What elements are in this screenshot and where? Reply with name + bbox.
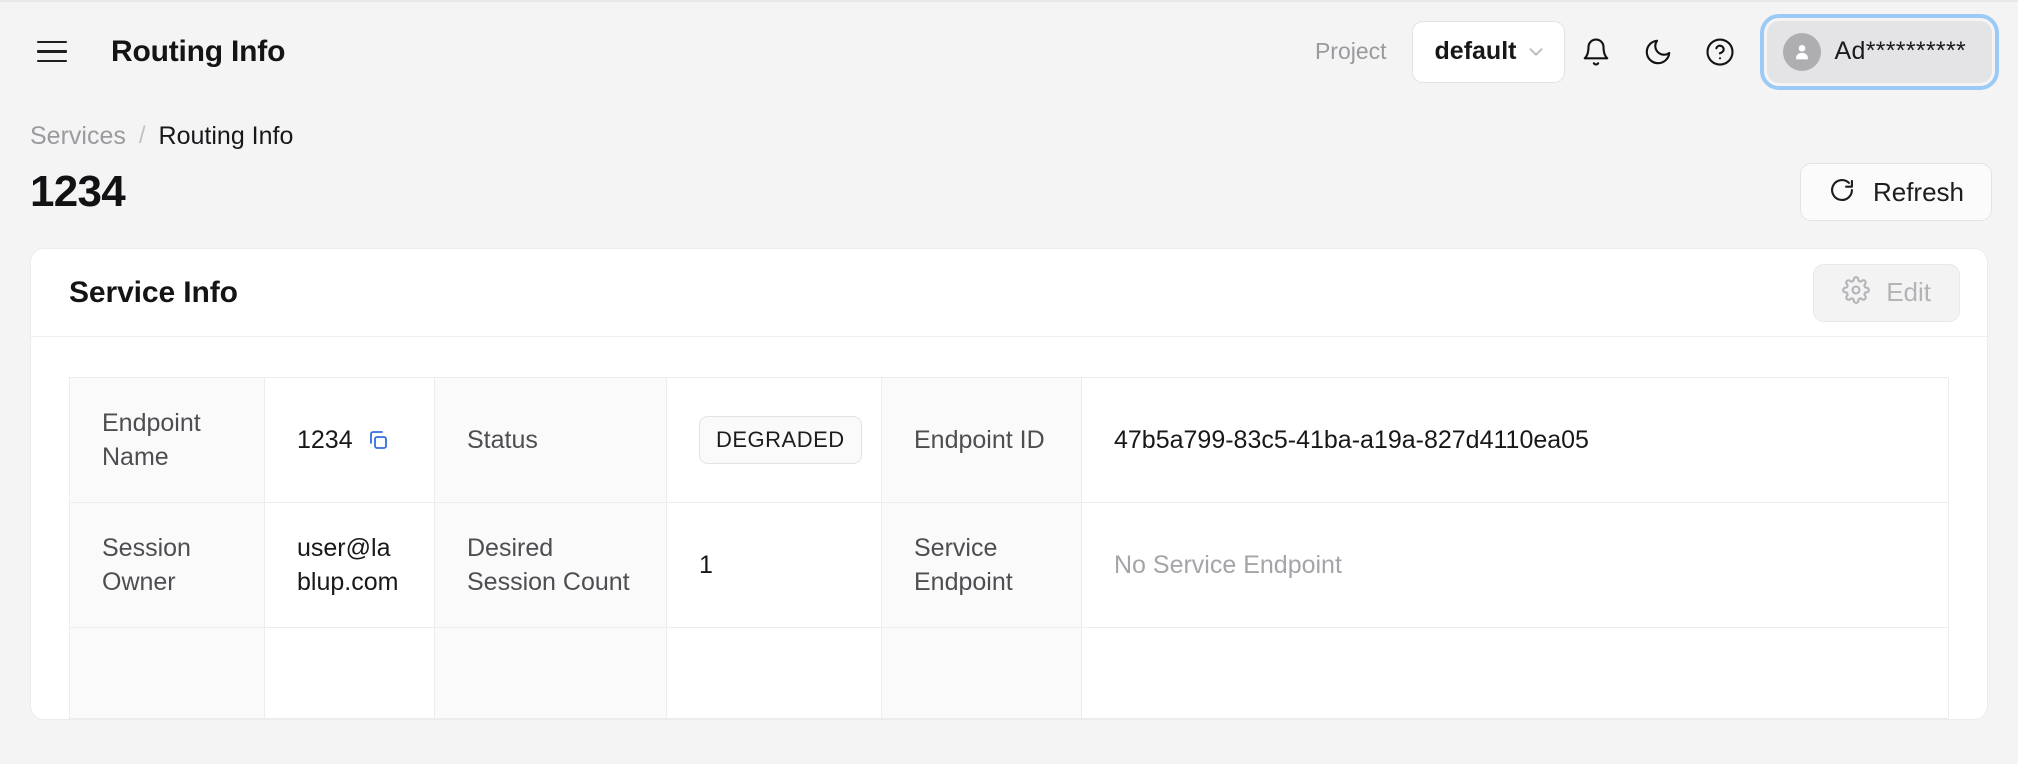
avatar — [1782, 32, 1821, 71]
service-info-table-wrap: Endpoint Name 1234 Status DEGRADED Endpo… — [31, 337, 1987, 719]
dark-mode-toggle[interactable] — [1627, 21, 1689, 83]
endpoint-name-text: 1234 — [297, 426, 353, 454]
breadcrumb: Services / Routing Info — [0, 103, 2018, 151]
table-row: Session Owner user@lablup.com Desired Se… — [69, 502, 1949, 628]
breadcrumb-item-services[interactable]: Services — [30, 122, 126, 151]
refresh-cw-icon — [1828, 176, 1856, 209]
row-value-next-3 — [1081, 627, 1949, 719]
card-title: Service Info — [69, 275, 238, 309]
row-value-session-owner: user@lablup.com — [264, 502, 435, 628]
row-label-next-2 — [434, 627, 667, 719]
hamburger-icon[interactable] — [30, 30, 74, 74]
app-window: Routing Info Project default Ad*********… — [0, 0, 2018, 764]
breadcrumb-separator: / — [138, 122, 146, 149]
hamburger-bar — [37, 50, 67, 53]
page-title-row: 1234 Refresh — [0, 155, 2018, 229]
table-row: Endpoint Name 1234 Status DEGRADED Endpo… — [69, 377, 1949, 503]
row-label-service-endpoint: Service Endpoint — [881, 502, 1082, 628]
top-header: Routing Info Project default Ad*********… — [0, 0, 2018, 103]
refresh-button-label: Refresh — [1872, 176, 1964, 207]
row-value-status: DEGRADED — [666, 377, 882, 503]
help-button[interactable] — [1689, 21, 1751, 83]
row-label-next — [69, 627, 265, 719]
moon-icon — [1643, 37, 1673, 67]
project-select[interactable]: default — [1411, 20, 1565, 83]
help-circle-icon — [1705, 37, 1735, 67]
table-row — [69, 627, 1949, 719]
service-info-card-header: Service Info Edit — [31, 249, 1987, 337]
copy-icon[interactable] — [366, 428, 390, 452]
status-badge: DEGRADED — [699, 416, 862, 464]
user-menu-button[interactable]: Ad********** — [1759, 13, 2000, 90]
row-value-service-endpoint: No Service Endpoint — [1081, 502, 1949, 628]
service-info-card: Service Info Edit Endpoint Name 1234 Sta… — [30, 248, 1988, 720]
row-label-status: Status — [434, 377, 667, 503]
chevron-down-icon — [1525, 41, 1547, 63]
header-actions: Project default Ad********** — [1314, 13, 2000, 90]
row-label-session-owner: Session Owner — [69, 502, 265, 628]
notifications-button[interactable] — [1565, 21, 1627, 83]
row-value-desired-session-count: 1 — [666, 502, 882, 628]
row-value-endpoint-name: 1234 — [264, 377, 435, 503]
row-label-desired-session-count: Desired Session Count — [434, 502, 667, 628]
hamburger-bar — [37, 59, 67, 63]
bell-icon — [1581, 37, 1611, 67]
row-value-next-2 — [666, 627, 882, 719]
service-info-table: Endpoint Name 1234 Status DEGRADED Endpo… — [69, 377, 1949, 719]
header-title: Routing Info — [111, 34, 286, 68]
edit-button-label: Edit — [1886, 277, 1931, 307]
user-name-label: Ad********** — [1834, 37, 1966, 65]
edit-button[interactable]: Edit — [1813, 263, 1960, 322]
project-select-value: default — [1434, 37, 1517, 65]
row-label-endpoint-id: Endpoint ID — [881, 377, 1082, 503]
row-value-endpoint-id: 47b5a799-83c5-41ba-a19a-827d4110ea05 — [1081, 377, 1949, 503]
row-value-next — [264, 627, 435, 719]
refresh-button[interactable]: Refresh — [1799, 163, 1992, 221]
page-title: 1234 — [30, 167, 126, 216]
project-label: Project — [1314, 38, 1387, 64]
row-label-endpoint-name: Endpoint Name — [69, 377, 265, 503]
hamburger-bar — [37, 40, 67, 44]
breadcrumb-item-current: Routing Info — [158, 121, 294, 150]
row-label-next-3 — [881, 627, 1082, 719]
gear-icon — [1842, 276, 1871, 309]
